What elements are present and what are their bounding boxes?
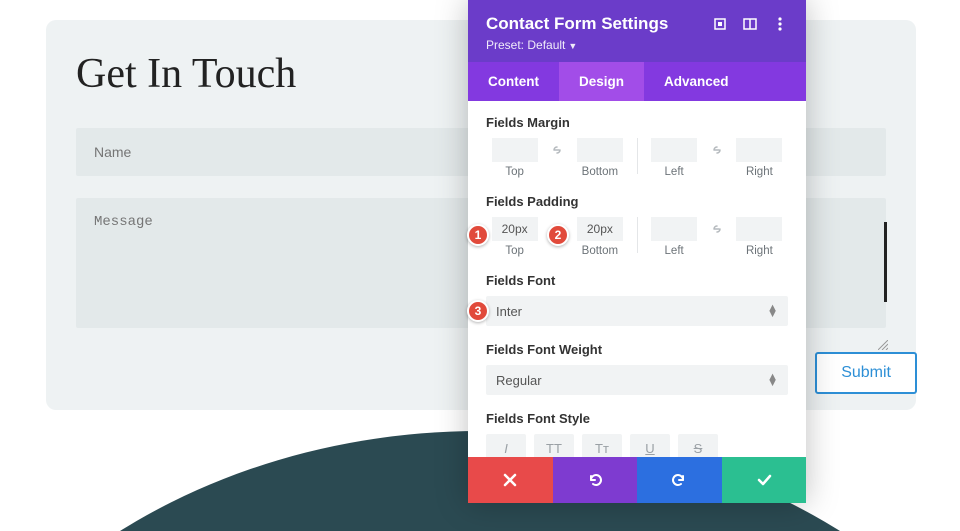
select-caret-icon: ▲▼	[767, 374, 778, 386]
columns-icon[interactable]	[742, 16, 758, 32]
margin-bottom-sub: Bottom	[571, 166, 628, 178]
divider	[637, 138, 638, 174]
padding-top-input[interactable]	[492, 217, 538, 241]
group-fields-font-weight: Fields Font Weight Regular ▲▼	[486, 342, 788, 395]
chevron-down-icon: ▼	[568, 41, 577, 51]
padding-bottom-sub: Bottom	[571, 245, 628, 257]
callout-1: 1	[467, 224, 489, 246]
save-button[interactable]	[722, 457, 807, 503]
callout-3: 3	[467, 300, 489, 322]
margin-top-input[interactable]	[492, 138, 538, 162]
tab-design[interactable]: Design	[559, 62, 644, 101]
padding-left-sub: Left	[646, 245, 703, 257]
margin-right-input[interactable]	[736, 138, 782, 162]
panel-header[interactable]: Contact Form Settings Preset: Default▼	[468, 0, 806, 62]
group-fields-font-style: Fields Font Style I TT Tᴛ U S	[486, 411, 788, 457]
link-icon[interactable]	[547, 138, 567, 162]
cancel-button[interactable]	[468, 457, 553, 503]
padding-right-input[interactable]	[736, 217, 782, 241]
padding-top-sub: Top	[486, 245, 543, 257]
more-icon[interactable]	[772, 16, 788, 32]
fields-font-style-label: Fields Font Style	[486, 411, 788, 426]
group-fields-font: Fields Font Inter ▲▼	[486, 273, 788, 326]
fields-font-value: Inter	[496, 304, 522, 319]
panel-title: Contact Form Settings	[486, 14, 668, 34]
panel-body[interactable]: Fields Margin Top Bottom	[468, 101, 806, 457]
margin-top-sub: Top	[486, 166, 543, 178]
fields-font-label: Fields Font	[486, 273, 788, 288]
tab-content[interactable]: Content	[468, 62, 559, 101]
padding-left-input[interactable]	[651, 217, 697, 241]
fields-font-weight-select[interactable]: Regular ▲▼	[486, 365, 788, 395]
select-caret-icon: ▲▼	[767, 305, 778, 317]
textarea-active-border	[884, 222, 887, 302]
fields-font-weight-value: Regular	[496, 373, 542, 388]
padding-right-sub: Right	[731, 245, 788, 257]
redo-button[interactable]	[637, 457, 722, 503]
panel-tabs: Content Design Advanced	[468, 62, 806, 101]
fields-font-select[interactable]: Inter ▲▼	[486, 296, 788, 326]
preset-selector[interactable]: Preset: Default▼	[486, 38, 788, 52]
margin-bottom-input[interactable]	[577, 138, 623, 162]
style-titlecase-button[interactable]: Tᴛ	[582, 434, 622, 457]
style-italic-button[interactable]: I	[486, 434, 526, 457]
link-icon[interactable]	[707, 138, 727, 162]
margin-right-sub: Right	[731, 166, 788, 178]
style-underline-button[interactable]: U	[630, 434, 670, 457]
expand-icon[interactable]	[712, 16, 728, 32]
group-fields-padding: Fields Padding Top Bottom	[486, 194, 788, 257]
fields-margin-label: Fields Margin	[486, 115, 788, 130]
style-uppercase-button[interactable]: TT	[534, 434, 574, 457]
submit-button[interactable]: Submit	[815, 352, 917, 394]
undo-button[interactable]	[553, 457, 638, 503]
style-strike-button[interactable]: S	[678, 434, 718, 457]
callout-2: 2	[547, 224, 569, 246]
fields-font-weight-label: Fields Font Weight	[486, 342, 788, 357]
link-icon[interactable]	[707, 217, 727, 241]
panel-footer	[468, 457, 806, 503]
fields-padding-label: Fields Padding	[486, 194, 788, 209]
margin-left-input[interactable]	[651, 138, 697, 162]
margin-left-sub: Left	[646, 166, 703, 178]
divider	[637, 217, 638, 253]
padding-bottom-input[interactable]	[577, 217, 623, 241]
textarea-resize-handle[interactable]	[878, 340, 888, 350]
settings-panel: Contact Form Settings Preset: Default▼ C…	[468, 0, 806, 503]
group-fields-margin: Fields Margin Top Bottom	[486, 115, 788, 178]
preset-label: Preset: Default	[486, 38, 565, 52]
tab-advanced[interactable]: Advanced	[644, 62, 749, 101]
